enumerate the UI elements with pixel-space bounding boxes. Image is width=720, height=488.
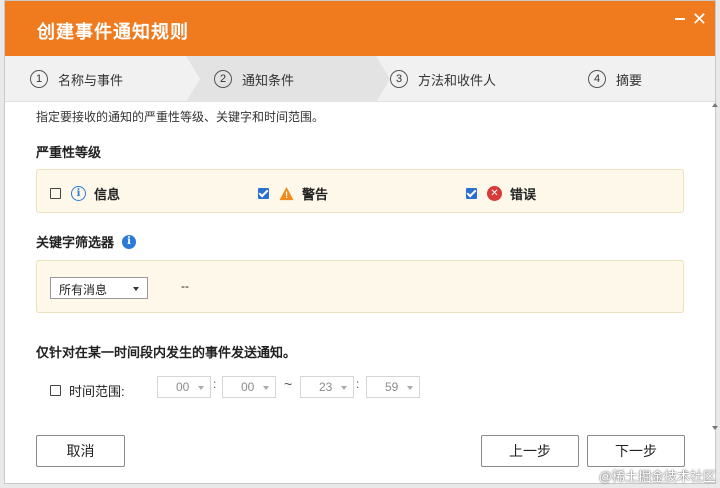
chevron-down-icon <box>263 386 269 390</box>
keyword-select[interactable]: 所有消息 <box>50 277 148 299</box>
severity-panel <box>36 169 684 213</box>
step-number: 3 <box>390 70 408 88</box>
chevron-down-icon <box>341 386 347 390</box>
warning-icon: ! <box>279 186 294 201</box>
help-icon[interactable]: i <box>122 234 137 249</box>
severity-warning[interactable]: ! 警告 <box>258 184 328 203</box>
prev-button[interactable]: 上一步 <box>481 435 579 467</box>
severity-info[interactable]: i 信息 <box>50 184 120 203</box>
title-bar: 创建事件通知规则 ✕ <box>5 1 715 57</box>
step-1: 1 名称与事件 <box>30 56 123 102</box>
info-checkbox[interactable] <box>50 188 61 199</box>
keyword-select-value: 所有消息 <box>59 283 108 297</box>
step-chevron <box>186 56 200 102</box>
start-min-value: 00 <box>241 380 255 394</box>
step-number: 4 <box>588 70 606 88</box>
chevron-down-icon <box>198 386 204 390</box>
severity-heading: 严重性等级 <box>36 145 102 160</box>
end-min-value: 59 <box>385 380 399 394</box>
severity-label: 错误 <box>510 187 537 202</box>
chevron-down-icon <box>133 287 139 291</box>
start-hour-value: 00 <box>176 380 190 394</box>
step-chevron <box>376 56 390 102</box>
cancel-button[interactable]: 取消 <box>36 435 125 467</box>
svg-text:!: ! <box>285 190 288 200</box>
severity-error[interactable]: ✕ 错误 <box>466 184 536 203</box>
scroll-up-arrow[interactable] <box>712 103 718 107</box>
range-separator: ~ <box>284 376 293 392</box>
end-hour-select[interactable]: 23 <box>300 376 354 398</box>
step-3: 3 方法和收件人 <box>390 56 496 102</box>
keyword-heading-text: 关键字筛选器 <box>36 235 115 250</box>
severity-label: 警告 <box>302 187 329 202</box>
time-range-checkbox[interactable] <box>50 385 61 396</box>
start-hour-select[interactable]: 00 <box>157 376 211 398</box>
severity-label: 信息 <box>94 187 121 202</box>
close-button[interactable]: ✕ <box>692 10 707 28</box>
next-button[interactable]: 下一步 <box>587 435 685 467</box>
scroll-down-arrow[interactable] <box>712 426 718 430</box>
end-min-select[interactable]: 59 <box>366 376 420 398</box>
colon-separator: : <box>356 377 360 391</box>
start-min-select[interactable]: 00 <box>222 376 276 398</box>
info-icon: i <box>71 186 86 201</box>
step-label: 方法和收件人 <box>418 72 497 88</box>
step-number: 1 <box>30 70 48 88</box>
step-2: 2 通知条件 <box>214 56 294 102</box>
intro-text: 指定要接收的通知的严重性等级、关键字和时间范围。 <box>36 110 325 124</box>
dialog-title: 创建事件通知规则 <box>37 22 189 42</box>
keyword-value: -- <box>181 279 189 293</box>
keyword-heading: 关键字筛选器 i <box>36 232 137 251</box>
step-number: 2 <box>214 70 232 88</box>
step-4: 4 摘要 <box>588 56 642 102</box>
time-heading: 仅针对在某一时间段内发生的事件发送通知。 <box>36 345 297 360</box>
colon-separator: : <box>213 377 217 391</box>
end-hour-value: 23 <box>319 380 333 394</box>
time-range-toggle[interactable]: 时间范围: <box>50 381 125 400</box>
step-label: 通知条件 <box>242 72 295 88</box>
watermark: @稀土掘金技术社区 <box>598 469 716 484</box>
time-range-label: 时间范围: <box>69 384 125 399</box>
step-label: 名称与事件 <box>58 72 124 88</box>
minimize-button[interactable] <box>675 18 685 20</box>
warning-checkbox[interactable] <box>258 188 269 199</box>
error-checkbox[interactable] <box>466 188 477 199</box>
chevron-down-icon <box>407 386 413 390</box>
step-label: 摘要 <box>616 72 643 88</box>
error-icon: ✕ <box>487 186 502 201</box>
